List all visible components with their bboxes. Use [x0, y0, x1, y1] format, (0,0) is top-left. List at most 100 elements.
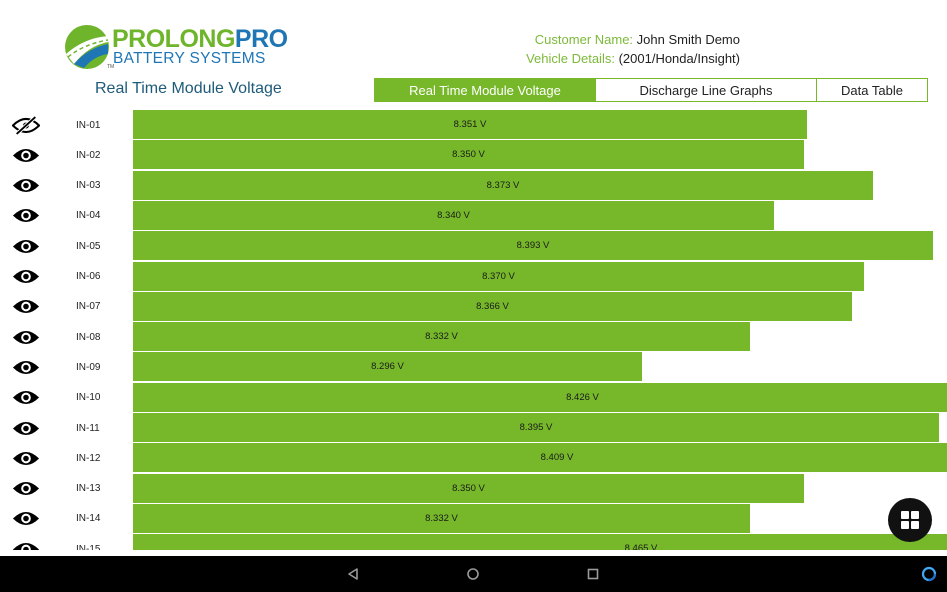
brand-name-part1: PROLONG — [112, 25, 235, 53]
tab-discharge-line-graphs[interactable]: Discharge Line Graphs — [596, 78, 817, 102]
android-navigation-bar — [0, 556, 947, 592]
status-bar — [0, 0, 947, 16]
vehicle-details-label: Vehicle Details: — [526, 50, 615, 66]
eye-icon[interactable] — [11, 416, 41, 440]
grid-icon — [901, 511, 919, 529]
module-id-label: IN-13 — [76, 483, 101, 495]
module-row: IN-13 8.350 V — [0, 473, 947, 504]
eye-icon[interactable] — [11, 355, 41, 379]
voltage-value-label: 8.350 V — [452, 482, 485, 494]
module-row: IN-01 8.351 V — [0, 110, 947, 140]
brand-trademark: TM — [107, 64, 115, 70]
voltage-value-label: 8.395 V — [519, 422, 553, 433]
voltage-bar: 8.350 V — [133, 140, 804, 170]
voltage-value-label: 8.351 V — [453, 119, 487, 130]
customer-name-value: John Smith Demo — [636, 32, 740, 47]
module-id-label: IN-01 — [76, 119, 101, 131]
module-row: IN-11 8.395 V — [0, 413, 947, 443]
road-logo-icon — [65, 25, 109, 69]
voltage-bar: 8.393 V — [133, 231, 933, 261]
voltage-bar: 8.366 V — [133, 291, 852, 321]
module-row: IN-07 8.366 V — [0, 291, 947, 322]
home-circle-icon — [467, 568, 479, 580]
eye-icon[interactable] — [11, 295, 41, 319]
voltage-bar: 8.351 V — [133, 110, 807, 139]
back-triangle-icon — [348, 568, 358, 580]
eye-icon[interactable] — [11, 446, 41, 470]
eye-icon[interactable] — [11, 234, 41, 258]
module-row: IN-10 8.426 V — [0, 382, 947, 413]
voltage-bar: 8.332 V — [133, 503, 750, 533]
module-row: IN-09 8.296 V — [0, 352, 947, 382]
voltage-value-label: 8.332 V — [425, 331, 458, 343]
module-id-label: IN-09 — [76, 361, 101, 373]
vehicle-details-line: Vehicle Details: (2001/Honda/Insight) — [420, 50, 740, 69]
eye-icon[interactable] — [11, 143, 41, 167]
grid-menu-button[interactable] — [888, 498, 932, 542]
brand-name-part2: PRO — [234, 25, 288, 53]
eye-icon[interactable] — [11, 265, 41, 289]
customer-name-line: Customer Name: John Smith Demo — [420, 31, 740, 50]
customer-details: Customer Name: John Smith Demo Vehicle D… — [420, 31, 740, 68]
voltage-bar: 8.465 V — [133, 534, 947, 550]
voltage-bar: 8.370 V — [133, 261, 864, 291]
module-id-label: IN-02 — [76, 149, 101, 161]
module-id-label: IN-03 — [76, 180, 101, 192]
voltage-bar: 8.426 V — [133, 382, 947, 412]
nav-home-button[interactable] — [463, 564, 483, 584]
voltage-value-label: 8.332 V — [425, 512, 458, 524]
page-title: Real Time Module Voltage — [95, 80, 282, 97]
eye-off-icon[interactable] — [11, 113, 41, 137]
voltage-value-label: 8.296 V — [371, 361, 404, 373]
eye-icon[interactable] — [11, 537, 41, 550]
nav-recents-button[interactable] — [583, 564, 603, 584]
eye-icon[interactable] — [11, 507, 41, 531]
eye-icon[interactable] — [11, 174, 41, 198]
module-id-label: IN-08 — [76, 331, 101, 343]
module-id-label: IN-14 — [76, 513, 101, 525]
voltage-bar: 8.395 V — [133, 413, 939, 442]
module-id-label: IN-05 — [76, 240, 101, 252]
brand-name: PROLONGPRO — [112, 26, 288, 52]
view-tabs: Real Time Module Voltage Discharge Line … — [374, 78, 928, 102]
module-row: IN-05 8.393 V — [0, 231, 947, 261]
voltage-value-label: 8.340 V — [437, 209, 470, 221]
module-id-label: IN-10 — [76, 392, 101, 404]
voltage-bar: 8.332 V — [133, 322, 750, 352]
module-row: IN-04 8.340 V — [0, 200, 947, 231]
tab-data-table[interactable]: Data Table — [817, 78, 928, 102]
eye-icon[interactable] — [11, 204, 41, 228]
module-id-label: IN-07 — [76, 301, 101, 313]
voltage-bar: 8.373 V — [133, 170, 873, 200]
nav-back-button[interactable] — [343, 564, 363, 584]
eye-icon[interactable] — [11, 325, 41, 349]
voltage-value-label: 8.366 V — [476, 300, 509, 312]
module-id-label: IN-06 — [76, 271, 101, 282]
prolongpro-logo: PROLONGPRO BATTERY SYSTEMS TM — [64, 24, 288, 72]
module-id-label: IN-15 — [76, 543, 101, 550]
eye-icon[interactable] — [11, 386, 41, 410]
module-id-label: IN-04 — [76, 210, 101, 222]
module-voltage-list[interactable]: IN-01 8.351 V IN-02 8.350 V IN-03 8.373 V IN-0… — [0, 110, 947, 550]
voltage-value-label: 8.393 V — [516, 240, 550, 252]
voltage-bar: 8.296 V — [133, 352, 642, 382]
voltage-value-label: 8.409 V — [540, 452, 574, 464]
voltage-value-label: 8.350 V — [452, 149, 485, 161]
module-id-label: IN-11 — [76, 422, 100, 434]
module-row: IN-08 8.332 V — [0, 322, 947, 352]
voltage-bar: 8.409 V — [133, 443, 947, 473]
customer-name-label: Customer Name: — [534, 32, 634, 47]
voltage-value-label: 8.370 V — [482, 270, 515, 282]
eye-icon[interactable] — [11, 477, 41, 501]
voltage-bar: 8.350 V — [133, 473, 804, 503]
module-row: IN-14 8.332 V — [0, 503, 947, 534]
module-row: IN-15 8.465 V — [0, 534, 947, 550]
assistant-icon — [921, 566, 937, 582]
recents-square-icon — [587, 568, 599, 580]
module-id-label: IN-12 — [76, 452, 101, 464]
tab-real-time-module-voltage[interactable]: Real Time Module Voltage — [374, 78, 596, 102]
vehicle-details-value: (2001/Honda/Insight) — [618, 50, 740, 66]
voltage-value-label: 8.465 V — [624, 543, 658, 550]
voltage-bar: 8.340 V — [133, 200, 774, 230]
assistant-button[interactable] — [919, 564, 939, 584]
